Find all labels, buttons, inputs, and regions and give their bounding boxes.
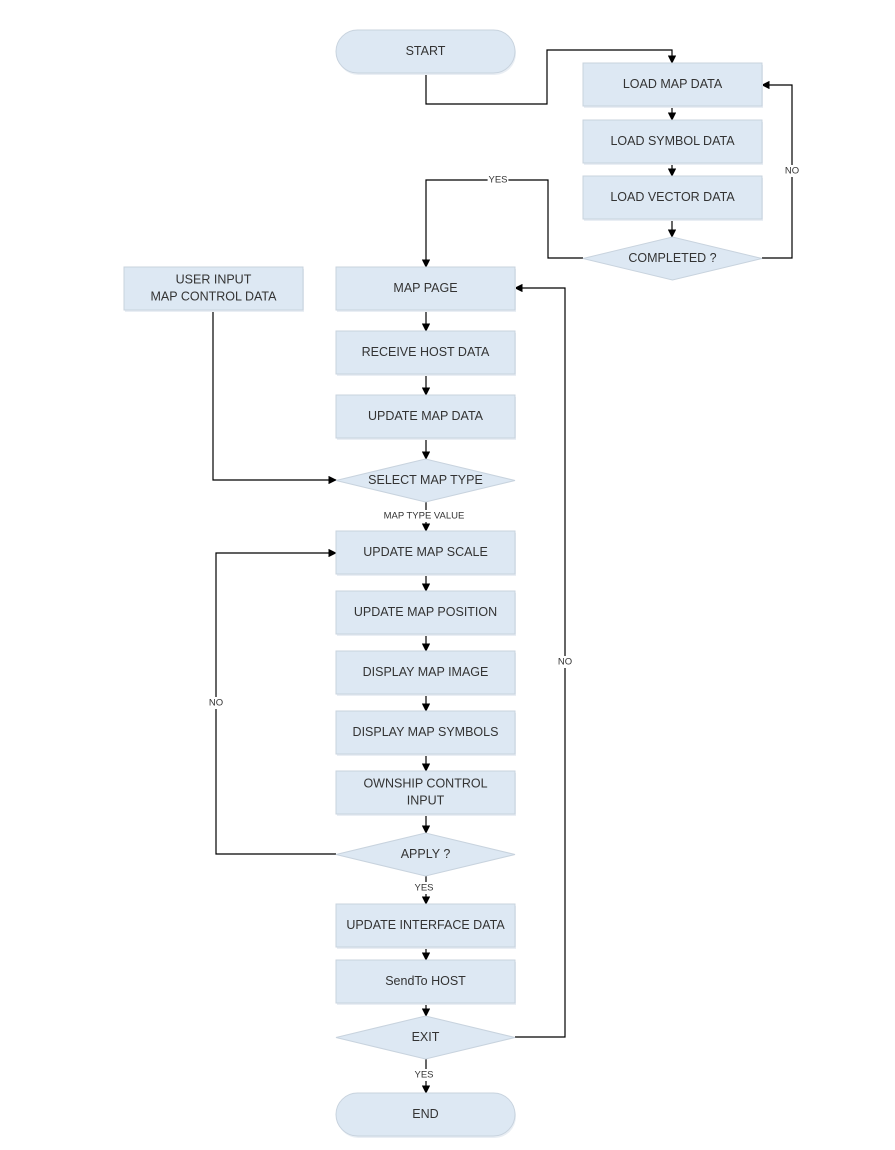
node-send-host: SendTo HOST — [335, 959, 516, 1005]
node-label: LOAD VECTOR DATA — [610, 190, 735, 204]
node-load-vector: LOAD VECTOR DATA — [582, 175, 763, 221]
node-label: MAP PAGE — [393, 281, 457, 295]
node-receive-host: RECEIVE HOST DATA — [335, 330, 516, 376]
node-label: OWNSHIP CONTROL — [363, 776, 487, 790]
flowchart: START LOAD MAP DATA LOAD SYMBOL DATA LOAD V… — [123, 29, 800, 1138]
node-display-symbols: DISPLAY MAP SYMBOLS — [335, 710, 516, 756]
node-user-input: USER INPUT MAP CONTROL DATA — [123, 266, 304, 312]
node-label: SELECT MAP TYPE — [368, 473, 483, 487]
edge-label: YES — [488, 175, 507, 186]
node-label: RECEIVE HOST DATA — [362, 345, 490, 359]
node-label: APPLY ? — [401, 847, 451, 861]
edge-label: YES — [414, 1070, 433, 1081]
node-apply: APPLY ? — [335, 832, 516, 877]
node-label: DISPLAY MAP IMAGE — [363, 665, 489, 679]
node-exit: EXIT — [335, 1015, 516, 1060]
node-display-image: DISPLAY MAP IMAGE — [335, 650, 516, 696]
node-ownship: OWNSHIP CONTROL INPUT — [335, 770, 516, 816]
node-label: INPUT — [407, 793, 445, 807]
node-label: USER INPUT — [176, 272, 252, 286]
node-update-map-data: UPDATE MAP DATA — [335, 394, 516, 440]
edge-label: YES — [414, 883, 433, 894]
node-start: START — [335, 29, 516, 75]
edge-label: MAP TYPE VALUE — [384, 511, 465, 522]
node-select-map-type: SELECT MAP TYPE — [335, 458, 516, 503]
node-update-interface: UPDATE INTERFACE DATA — [335, 903, 516, 949]
node-label: MAP CONTROL DATA — [151, 289, 278, 303]
node-load-map: LOAD MAP DATA — [582, 62, 763, 108]
edge-completed-to-map-page — [421, 179, 583, 268]
node-label: LOAD MAP DATA — [623, 77, 723, 91]
node-label: COMPLETED ? — [628, 251, 716, 265]
edge-label: NO — [209, 698, 223, 709]
node-label: UPDATE INTERFACE DATA — [346, 918, 505, 932]
node-label: UPDATE MAP POSITION — [354, 605, 497, 619]
node-load-symbol: LOAD SYMBOL DATA — [582, 119, 763, 165]
node-update-position: UPDATE MAP POSITION — [335, 590, 516, 636]
node-label: EXIT — [412, 1030, 440, 1044]
node-label: UPDATE MAP DATA — [368, 409, 484, 423]
edge-apply-to-update-scale — [215, 548, 337, 855]
node-label: DISPLAY MAP SYMBOLS — [353, 725, 499, 739]
node-label: UPDATE MAP SCALE — [363, 545, 488, 559]
node-update-scale: UPDATE MAP SCALE — [335, 530, 516, 576]
edge-label: NO — [785, 166, 799, 177]
node-label: START — [406, 44, 446, 58]
node-map-page: MAP PAGE — [335, 266, 516, 312]
node-label: END — [412, 1107, 438, 1121]
edge-user-input-to-select-map-type — [212, 310, 337, 485]
edge-label: NO — [558, 657, 572, 668]
node-label: LOAD SYMBOL DATA — [610, 134, 735, 148]
node-end: END — [335, 1092, 516, 1138]
node-label: SendTo HOST — [385, 974, 466, 988]
node-completed: COMPLETED ? — [582, 236, 763, 281]
